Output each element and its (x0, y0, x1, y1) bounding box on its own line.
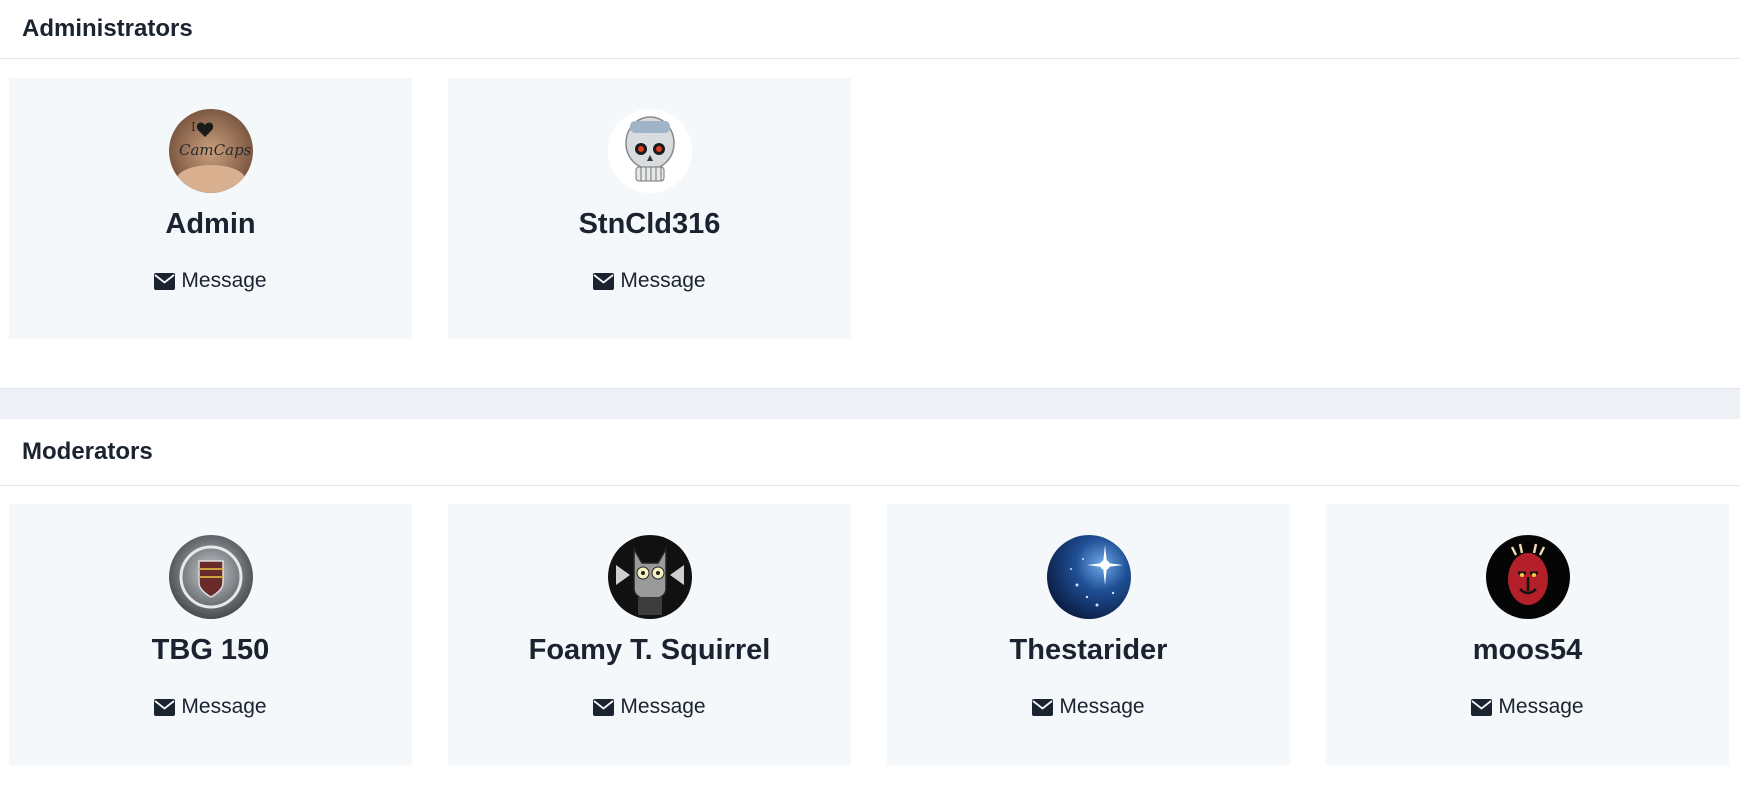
section-title[interactable]: Administrators (22, 15, 193, 43)
envelope-icon (154, 698, 176, 716)
member-card: Foamy T. Squirrel Message (448, 504, 851, 765)
svg-text:CamCaps.n: CamCaps.n (179, 141, 253, 159)
message-label: Message (1498, 695, 1584, 718)
member-name[interactable]: TBG 150 (152, 633, 270, 667)
envelope-icon (1032, 698, 1054, 716)
message-label: Message (181, 269, 267, 292)
member-name[interactable]: StnCld316 (579, 207, 721, 241)
member-name[interactable]: moos54 (1473, 633, 1583, 667)
message-button[interactable]: Message (154, 695, 267, 719)
member-card: Thestarider Message (887, 504, 1290, 765)
member-card: moos54 Message (1326, 504, 1729, 765)
squirrel-avatar-icon[interactable] (607, 535, 692, 619)
svg-text:I: I (191, 120, 196, 134)
star-avatar-icon[interactable] (1046, 535, 1131, 619)
envelope-icon (154, 272, 176, 290)
member-card: StnCld316 Message (448, 78, 851, 339)
envelope-icon (1471, 698, 1493, 716)
moderators-grid: TBG 150 Message Foamy T. Squirrel Messag… (0, 486, 1740, 765)
message-button[interactable]: Message (593, 269, 706, 293)
member-name[interactable]: Thestarider (1010, 633, 1168, 667)
section-divider (0, 388, 1740, 419)
cadillac-emblem-avatar-icon[interactable] (168, 535, 253, 619)
hand-heart-avatar-icon[interactable]: CamCaps.n I (168, 109, 253, 193)
administrators-header: Administrators (0, 0, 1740, 59)
member-card: TBG 150 Message (9, 504, 412, 765)
skull-avatar-icon[interactable] (607, 109, 692, 193)
message-label: Message (620, 695, 706, 718)
member-name[interactable]: Admin (165, 207, 255, 241)
message-button[interactable]: Message (1032, 695, 1145, 719)
message-label: Message (181, 695, 267, 718)
message-button[interactable]: Message (593, 695, 706, 719)
member-card: CamCaps.n I Admin Message (9, 78, 412, 339)
darth-maul-avatar-icon[interactable] (1485, 535, 1570, 619)
moderators-header: Moderators (0, 419, 1740, 486)
administrators-section: Administrators CamCaps.n I Admin Message (0, 0, 1740, 339)
member-name[interactable]: Foamy T. Squirrel (529, 633, 771, 667)
section-title[interactable]: Moderators (22, 438, 153, 466)
message-button[interactable]: Message (154, 269, 267, 293)
envelope-icon (593, 272, 615, 290)
envelope-icon (593, 698, 615, 716)
message-button[interactable]: Message (1471, 695, 1584, 719)
message-label: Message (1059, 695, 1145, 718)
moderators-section: Moderators TBG 150 Message Foamy T. Squi… (0, 419, 1740, 765)
administrators-grid: CamCaps.n I Admin Message StnCld316 (0, 59, 1740, 339)
message-label: Message (620, 269, 706, 292)
